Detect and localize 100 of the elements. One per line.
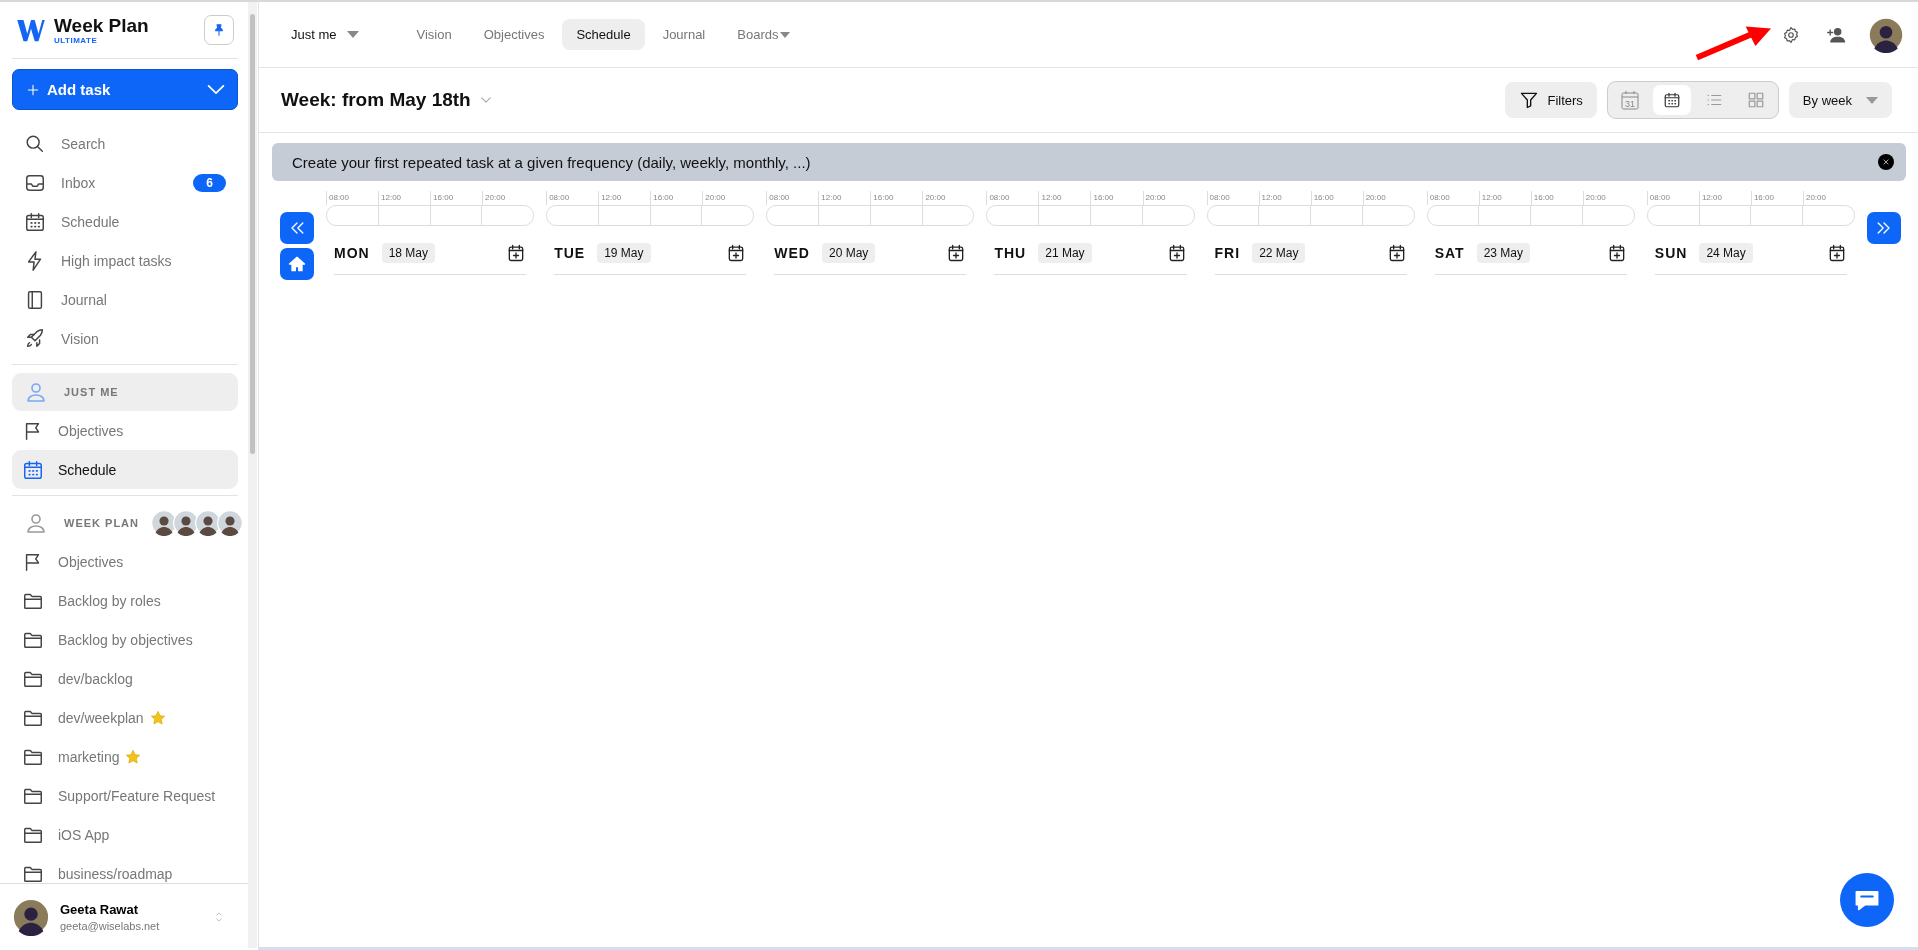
user-email: geeta@wiselabs.net xyxy=(60,920,161,932)
hour-label: 20:00 xyxy=(922,191,975,205)
add-event-button[interactable] xyxy=(1827,243,1847,263)
hour-label: 20:00 xyxy=(1362,191,1415,205)
member-avatar xyxy=(173,510,199,536)
avatar-image xyxy=(1868,16,1904,53)
date-label: 19 May xyxy=(597,243,651,263)
chat-button[interactable] xyxy=(1840,873,1894,927)
sidebar-item[interactable]: marketing xyxy=(12,737,238,776)
caret-icon xyxy=(346,31,359,38)
hour-label: 20:00 xyxy=(482,191,535,205)
sidebar-item[interactable]: Backlog by roles xyxy=(12,581,238,620)
app-name: Week Plan xyxy=(54,15,150,36)
hour-label: 20:00 xyxy=(1582,191,1635,205)
sidebar-item[interactable]: Schedule xyxy=(12,450,238,489)
nav-tab[interactable]: Journal xyxy=(648,19,720,50)
sidebar-item[interactable]: Schedule xyxy=(12,202,238,241)
home-button[interactable] xyxy=(280,248,314,280)
caret-icon xyxy=(780,31,791,38)
hour-label: 16:00 xyxy=(1750,191,1803,205)
rocket-icon xyxy=(24,327,46,350)
day-name: SAT xyxy=(1434,245,1465,261)
sidebar-item[interactable]: Support/Feature Request xyxy=(12,776,238,815)
count-badge: 6 xyxy=(193,173,226,192)
sidebar-item[interactable]: Objectives xyxy=(12,411,238,450)
date-label: 24 May xyxy=(1699,243,1753,263)
day-name: THU xyxy=(994,245,1027,261)
chevron-down-icon xyxy=(207,84,225,95)
hour-label: 20:00 xyxy=(1802,191,1855,205)
caret-icon xyxy=(1866,96,1878,104)
date-label: 21 May xyxy=(1038,243,1092,263)
settings-icon xyxy=(1782,25,1800,44)
chevron-down-icon xyxy=(480,97,491,103)
date-label: 22 May xyxy=(1252,243,1306,263)
edition-label: ULTIMATE xyxy=(54,35,99,45)
sidebar-item[interactable]: Vision xyxy=(12,319,238,358)
sidebar-item[interactable]: iOS App xyxy=(12,815,238,854)
filter-icon xyxy=(1519,90,1540,110)
tip-message: Create your first repeated task at a given frequency (daily, weekly, monthly, ...) xyxy=(292,153,812,171)
day-name: FRI xyxy=(1214,245,1241,261)
hour-label: 12:00 xyxy=(1698,191,1751,205)
sidebar-item[interactable]: Journal xyxy=(12,280,238,319)
hour-label: 12:00 xyxy=(1038,191,1091,205)
sidebar-item[interactable]: Search xyxy=(12,124,238,163)
profile-avatar[interactable] xyxy=(1868,16,1904,53)
sidebar-item[interactable]: business/roadmap xyxy=(12,854,238,883)
hour-label: 08:00 xyxy=(1206,191,1259,205)
view-toggle[interactable] xyxy=(1652,85,1691,115)
hour-label: 20:00 xyxy=(702,191,755,205)
person-icon xyxy=(24,380,48,404)
hour-label: 12:00 xyxy=(1258,191,1311,205)
date-label: 18 May xyxy=(381,243,436,263)
hour-label: 16:00 xyxy=(1310,191,1363,205)
close-icon xyxy=(1881,157,1891,167)
day-name: WED xyxy=(774,245,810,261)
next-week-button[interactable] xyxy=(1867,212,1901,244)
hour-label: 16:00 xyxy=(430,191,483,205)
date-label: 20 May xyxy=(821,243,876,263)
sidebar-item[interactable]: High impact tasks xyxy=(12,241,238,280)
hour-label: 08:00 xyxy=(986,191,1039,205)
hour-label: 20:00 xyxy=(1142,191,1195,205)
sidebar-item[interactable]: Backlog by objectives xyxy=(12,620,238,659)
hour-label: 12:00 xyxy=(378,191,431,205)
scope-dropdown[interactable]: Just me xyxy=(285,26,365,43)
hour-label: 12:00 xyxy=(818,191,871,205)
period-dropdown[interactable]: By week xyxy=(1788,82,1892,118)
date-label: 23 May xyxy=(1476,243,1531,263)
day-name: TUE xyxy=(554,245,586,261)
scrollbar[interactable] xyxy=(248,2,257,948)
nav-tab[interactable]: Schedule xyxy=(562,19,645,50)
member-avatar xyxy=(195,510,221,536)
week-selector[interactable]: Week: from May 18th xyxy=(281,89,491,111)
nav-tab[interactable]: Objectives xyxy=(469,19,559,50)
nav-tab[interactable]: Vision xyxy=(402,19,466,50)
sidebar-item[interactable]: Inbox 6 xyxy=(12,163,238,202)
view-toggle[interactable]: 31 xyxy=(1610,85,1649,115)
hour-label: 16:00 xyxy=(650,191,703,205)
workspace-header[interactable]: WEEK PLAN xyxy=(12,504,238,542)
nav-tab[interactable]: Boards xyxy=(723,19,805,50)
hour-label: 08:00 xyxy=(326,191,379,205)
previous-week-button[interactable] xyxy=(280,212,314,244)
member-avatar xyxy=(151,510,177,536)
user-avatar xyxy=(12,898,50,936)
sidebar-item[interactable]: dev/backlog xyxy=(12,659,238,698)
sidebar-item[interactable]: Objectives xyxy=(12,542,238,581)
workspace-header[interactable]: JUST ME xyxy=(12,373,238,411)
grid-icon xyxy=(1746,91,1765,109)
day-name: SUN xyxy=(1654,245,1688,261)
calendar-plus-icon xyxy=(1827,243,1847,263)
add-task-button[interactable]: Add task xyxy=(12,69,238,110)
sidebar-item[interactable]: dev/weekplan xyxy=(12,698,238,737)
user-name: Geeta Rawat xyxy=(60,902,140,917)
hour-label: 12:00 xyxy=(598,191,651,205)
home-icon xyxy=(287,254,307,274)
close-button[interactable] xyxy=(1878,154,1894,170)
pin-button[interactable] xyxy=(204,15,234,45)
workspace-name: JUST ME xyxy=(64,386,120,398)
filters-button[interactable]: Filters xyxy=(1505,82,1597,118)
hour-label: 08:00 xyxy=(766,191,819,205)
person-icon xyxy=(24,511,48,535)
